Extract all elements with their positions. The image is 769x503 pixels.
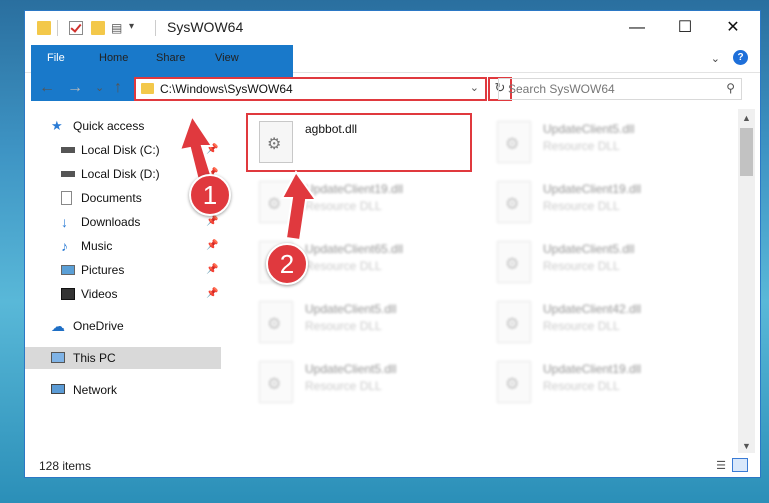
arrow-icon [178,113,214,182]
arrow-icon [280,170,318,242]
step-1-badge: 1 [189,174,231,216]
step-2-badge: 2 [266,243,308,285]
annotation-arrows [178,113,318,242]
